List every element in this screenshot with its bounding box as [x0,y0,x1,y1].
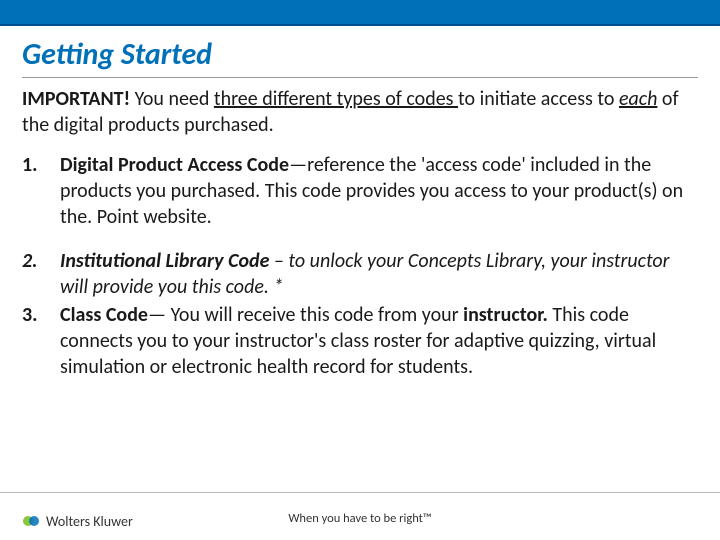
intro-paragraph: IMPORTANT! You need three different type… [22,86,698,138]
intro-each: each [619,87,657,111]
item-number: 3. [22,302,60,380]
code-list: 1. Digital Product Access Code—reference… [22,152,690,380]
item-title: Class Code [60,303,148,327]
list-item: 2. Institutional Library Code – to unloc… [22,248,690,300]
item-sep: — [289,153,307,177]
list-item: 3. Class Code— You will receive this cod… [22,302,690,380]
item-title: Institutional Library Code [60,249,269,273]
item-instructor: instructor. [463,303,548,327]
list-item: 1. Digital Product Access Code—reference… [22,152,690,230]
footer: Wolters Kluwer When you have to be right… [0,492,720,540]
intro-a: You need [130,87,214,111]
title-rule [22,77,698,78]
item-title: Digital Product Access Code [60,153,289,177]
intro-b: to initiate access to [458,87,619,111]
intro-three: three different types of codes [214,87,458,111]
item-text-a: You will receive this code from your [171,303,464,327]
item-body: Institutional Library Code – to unlock y… [60,248,690,300]
intro-important: IMPORTANT! [22,87,130,111]
item-body: Class Code— You will receive this code f… [60,302,690,380]
item-sep: – [269,249,288,273]
item-sep: — [148,303,171,327]
item-number: 1. [22,152,60,230]
footer-rule [0,492,720,493]
page-title: Getting Started [22,36,698,73]
top-banner [0,0,720,26]
item-body: Digital Product Access Code—reference th… [60,152,690,230]
footer-tagline: When you have to be right™ [0,511,720,526]
item-number: 2. [22,248,60,300]
